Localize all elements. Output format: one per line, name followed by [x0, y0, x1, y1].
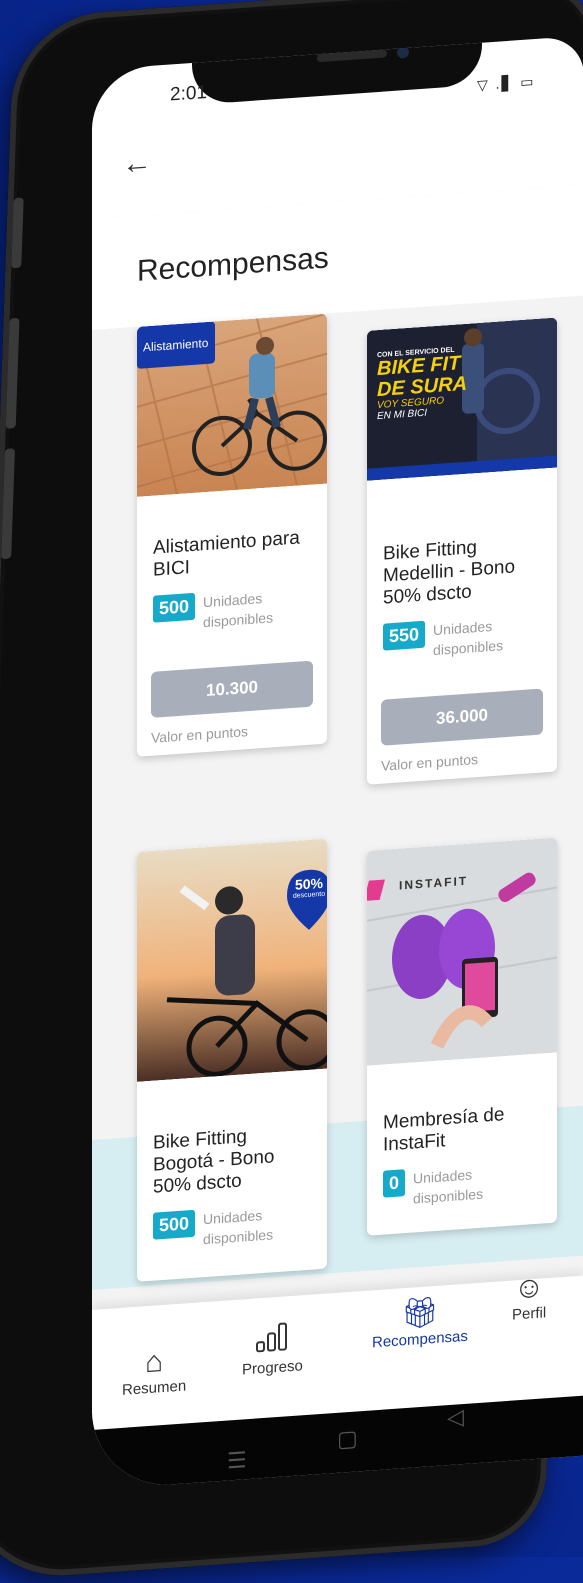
back-arrow-icon[interactable]: ← — [122, 146, 152, 182]
home-heart-icon: ⌂ — [145, 1345, 164, 1380]
reward-image: CON EL SERVICIO DEL BIKE FIT DE SURA VOY… — [367, 317, 557, 481]
rewards-grid[interactable]: Alistamiento Alistamiento para BICI 500 … — [92, 295, 583, 1310]
units-badge: 0 — [383, 1169, 406, 1198]
price-caption: Valor en puntos — [381, 751, 479, 774]
reward-title: Membresía de InstaFit — [383, 1104, 505, 1156]
volume-up-button — [5, 317, 20, 429]
reward-image: INSTAFIT — [367, 837, 557, 1066]
volume-down-button — [1, 448, 15, 560]
units-badge: 500 — [153, 592, 196, 623]
units-label: Unidades disponibles — [413, 1166, 484, 1207]
price-caption: Valor en puntos — [151, 723, 249, 746]
reward-title: Bike Fitting Bogotá - Bono 50% dscto — [153, 1126, 275, 1198]
tab-progreso[interactable]: Progreso — [242, 1319, 303, 1379]
silent-switch — [11, 197, 24, 269]
reward-card-instafit[interactable]: INSTAFIT Membresía de InstaFit 0 Unidade… — [367, 837, 557, 1236]
bar-chart-icon — [242, 1319, 303, 1361]
reward-title: Bike Fitting Medellin - Bono 50% dscto — [383, 537, 516, 609]
tab-label: Progreso — [242, 1357, 303, 1379]
user-icon: ☺ — [513, 1270, 545, 1306]
tab-resumen[interactable]: ⌂ Resumen — [122, 1343, 187, 1399]
reward-card-bike-fitting-bogota[interactable]: 50% descuento Bike Fitting Bogotá - Bono… — [137, 838, 327, 1282]
units-row: 500 Unidades disponibles — [153, 1202, 311, 1253]
banner-text: CON EL SERVICIO DEL BIKE FIT DE SURA VOY… — [377, 346, 468, 422]
discount-badge: 50% descuento — [292, 874, 326, 900]
app-screen: 2:01 ▽ .▋ ▭ ← Recompensas Alistamiento A… — [92, 35, 583, 1491]
units-badge: 550 — [383, 620, 426, 651]
tab-label: Perfil — [512, 1304, 547, 1324]
front-camera — [397, 45, 409, 59]
page-title: Recompensas — [137, 241, 329, 288]
reward-card-alistamiento[interactable]: Alistamiento Alistamiento para BICI 500 … — [137, 313, 327, 757]
units-badge: 500 — [153, 1209, 196, 1240]
status-icons: ▽ .▋ ▭ — [477, 72, 536, 94]
redeem-button[interactable]: 10.300 — [151, 660, 313, 718]
units-row: 550 Unidades disponibles — [383, 613, 541, 664]
redeem-button[interactable]: 36.000 — [381, 688, 543, 746]
reward-card-bike-fitting-medellin[interactable]: CON EL SERVICIO DEL BIKE FIT DE SURA VOY… — [367, 317, 557, 785]
home-button-icon[interactable]: ▢ — [337, 1425, 358, 1452]
units-row: 500 Unidades disponibles — [153, 585, 311, 636]
back-triangle-icon[interactable]: ◁ — [447, 1404, 464, 1431]
tab-perfil[interactable]: ☺ Perfil — [512, 1270, 546, 1323]
units-label: Unidades disponibles — [433, 618, 504, 659]
reward-image: Alistamiento — [137, 313, 327, 497]
units-label: Unidades disponibles — [203, 590, 274, 631]
units-row: 0 Unidades disponibles — [383, 1160, 541, 1211]
units-label: Unidades disponibles — [203, 1207, 274, 1248]
tab-label: Resumen — [122, 1377, 187, 1399]
reward-image: 50% descuento — [137, 838, 327, 1082]
status-time: 2:01 — [170, 81, 207, 106]
recent-apps-icon[interactable]: ☰ — [227, 1447, 247, 1474]
tab-recompensas[interactable]: 🎁︎ Recompensas — [372, 1294, 468, 1352]
reward-title: Alistamiento para BICI — [153, 527, 300, 581]
